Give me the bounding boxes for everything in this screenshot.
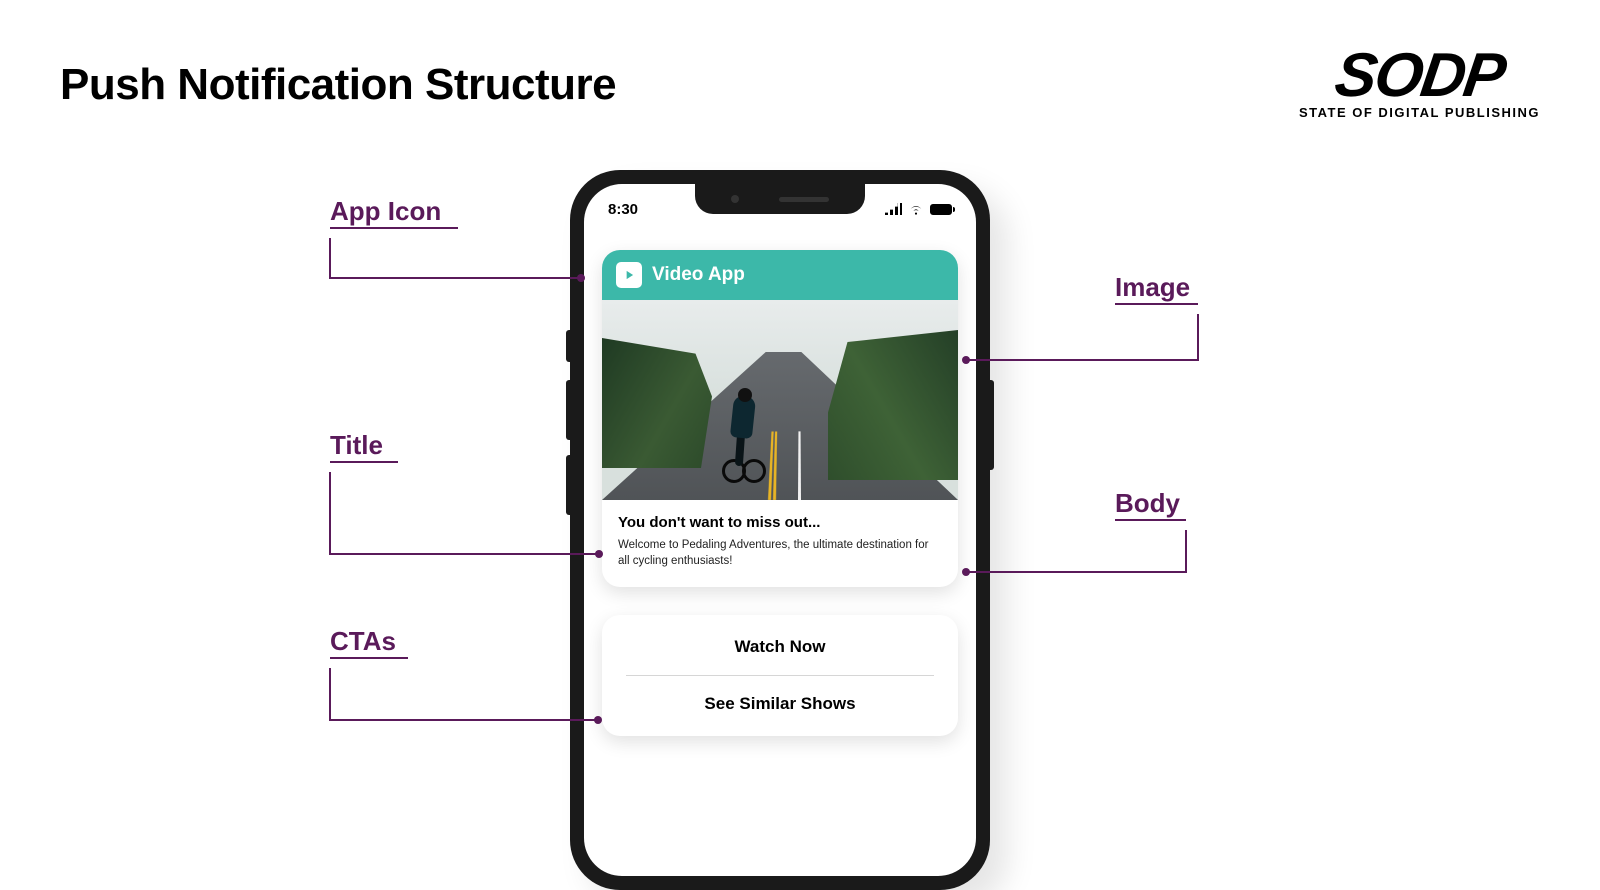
cta-see-similar[interactable]: See Similar Shows: [602, 676, 958, 732]
signal-icon: [885, 203, 902, 215]
connector-body: [958, 520, 1218, 586]
phone-frame: 8:30 Video App: [570, 170, 990, 890]
notification-header: Video App: [602, 250, 958, 300]
wifi-icon: [908, 203, 924, 215]
page-title: Push Notification Structure: [60, 60, 616, 110]
notification-body: Welcome to Pedaling Adventures, the ulti…: [618, 537, 942, 569]
notification-image: [602, 300, 958, 500]
callout-image: Image: [1115, 272, 1190, 303]
battery-icon: [930, 204, 952, 215]
phone-notch: [695, 184, 865, 214]
phone-volume-down: [566, 455, 571, 515]
connector-title: [308, 462, 608, 572]
notification-text: You don't want to miss out... Welcome to…: [602, 500, 958, 587]
cta-watch-now[interactable]: Watch Now: [602, 619, 958, 675]
callout-app-icon: App Icon: [330, 196, 441, 227]
phone-screen: 8:30 Video App: [584, 184, 976, 876]
cta-card: Watch Now See Similar Shows: [602, 615, 958, 736]
phone-power-button: [989, 380, 994, 470]
status-icons: [885, 203, 952, 215]
notification-title: You don't want to miss out...: [618, 514, 942, 531]
phone-mute-switch: [566, 330, 571, 362]
app-play-icon: [616, 262, 642, 288]
cyclist-illustration: [720, 388, 770, 483]
connector-ctas: [308, 658, 608, 738]
connector-app-icon: [308, 228, 598, 298]
callout-ctas: CTAs: [330, 626, 396, 657]
callout-title: Title: [330, 430, 383, 461]
app-name: Video App: [652, 264, 745, 286]
phone-volume-up: [566, 380, 571, 440]
status-time: 8:30: [608, 201, 638, 218]
notification-card[interactable]: Video App You don't want to miss out... …: [602, 250, 958, 587]
connector-image: [958, 304, 1218, 374]
brand-name: SODP: [1295, 50, 1543, 103]
callout-body: Body: [1115, 488, 1180, 519]
brand-logo: SODP STATE OF DIGITAL PUBLISHING: [1299, 50, 1540, 120]
